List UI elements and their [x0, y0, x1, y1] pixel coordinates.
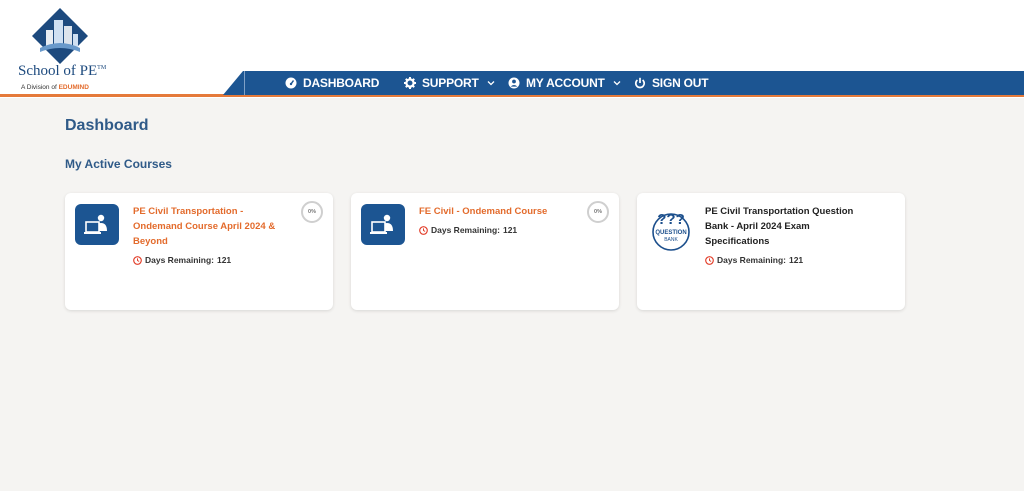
power-icon [634, 77, 646, 89]
course-title-link[interactable]: FE Civil - Ondemand Course Days Remainin… [419, 204, 569, 238]
svg-text:QUESTION: QUESTION [655, 230, 686, 236]
section-title: My Active Courses [65, 157, 172, 171]
days-remaining-label: Days Remaining: [145, 255, 214, 265]
nav-support-label: SUPPORT [422, 76, 479, 90]
chevron-down-icon [613, 81, 621, 86]
nav-sign-out-label: SIGN OUT [652, 76, 709, 90]
days-remaining: Days Remaining: 121 [133, 253, 283, 268]
nav-divider [244, 71, 245, 95]
page-title: Dashboard [65, 117, 149, 134]
days-remaining-value: 121 [216, 255, 232, 265]
logo-subtitle: A Division of EDUMIND [21, 84, 89, 91]
laptop-user-icon [75, 204, 119, 245]
nav-sign-out[interactable]: SIGN OUT [634, 71, 709, 95]
days-remaining-label: Days Remaining: [431, 225, 500, 235]
course-card[interactable]: ??? QUESTION BANK PE Civil Transportatio… [637, 193, 905, 310]
clock-icon [419, 226, 428, 235]
days-remaining-value: 121 [788, 255, 804, 265]
dashboard-icon [285, 77, 297, 89]
gear-icon [404, 77, 416, 89]
question-bank-icon: ??? QUESTION BANK [652, 211, 690, 251]
progress-indicator: 0% [587, 201, 609, 223]
course-title: FE Civil - Ondemand Course [419, 206, 548, 217]
chevron-down-icon [487, 81, 495, 86]
course-title-link[interactable]: PE Civil Transportation Question Bank - … [705, 204, 855, 268]
days-remaining-label: Days Remaining: [717, 255, 786, 265]
course-card[interactable]: PE Civil Transportation - Ondemand Cours… [65, 193, 333, 310]
building-logo-icon [32, 8, 88, 64]
nav-my-account-label: MY ACCOUNT [526, 76, 605, 90]
course-title-link[interactable]: PE Civil Transportation - Ondemand Cours… [133, 204, 283, 268]
nav-dashboard-label: DASHBOARD [303, 76, 380, 90]
course-title: PE Civil Transportation Question Bank - … [705, 206, 854, 247]
course-title: PE Civil Transportation - Ondemand Cours… [133, 206, 276, 247]
svg-text:BANK: BANK [664, 237, 678, 243]
days-remaining-value: 121 [502, 225, 518, 235]
nav-support[interactable]: SUPPORT [404, 71, 495, 95]
course-card[interactable]: FE Civil - Ondemand Course Days Remainin… [351, 193, 619, 310]
nav-dashboard[interactable]: DASHBOARD [285, 71, 379, 95]
user-icon [508, 77, 520, 89]
svg-text:???: ??? [657, 211, 685, 228]
progress-indicator: 0% [301, 201, 323, 223]
clock-icon [133, 256, 142, 265]
days-remaining: Days Remaining: 121 [419, 223, 569, 238]
laptop-user-icon [361, 204, 405, 245]
school-of-pe-logo[interactable]: School of PETM A Division of EDUMIND [18, 8, 128, 92]
days-remaining: Days Remaining: 121 [705, 253, 855, 268]
clock-icon [705, 256, 714, 265]
logo-name: School of PETM [18, 63, 107, 79]
nav-my-account[interactable]: MY ACCOUNT [508, 71, 621, 95]
